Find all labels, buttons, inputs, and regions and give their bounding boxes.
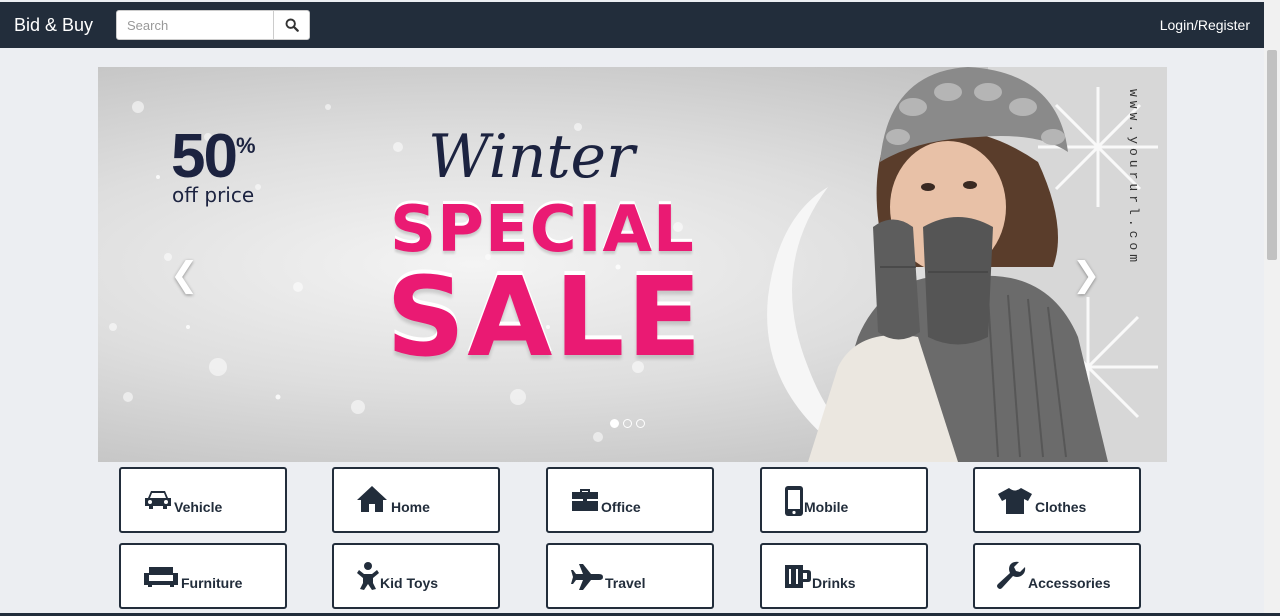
scrollbar-thumb[interactable] bbox=[1267, 50, 1277, 260]
category-label: Mobile bbox=[804, 499, 849, 515]
category-label: Home bbox=[391, 499, 430, 515]
headline-winter: Winter bbox=[428, 122, 635, 192]
chevron-left-icon: ❮ bbox=[170, 255, 199, 295]
car-icon bbox=[145, 491, 171, 509]
page-scrollbar[interactable] bbox=[1264, 0, 1280, 616]
category-label: Drinks bbox=[812, 575, 856, 591]
category-drinks[interactable]: Drinks bbox=[760, 543, 928, 609]
top-navbar: Bid & Buy Login/Register bbox=[0, 2, 1264, 48]
search-input[interactable] bbox=[117, 11, 275, 39]
category-clothes[interactable]: Clothes bbox=[973, 467, 1141, 533]
discount-percent-sign: % bbox=[235, 133, 256, 158]
category-label: Travel bbox=[605, 575, 646, 591]
category-label: Office bbox=[601, 499, 641, 515]
discount-number: 50 bbox=[171, 122, 238, 191]
category-furniture[interactable]: Furniture bbox=[119, 543, 287, 609]
category-label: Accessories bbox=[1028, 575, 1111, 591]
login-register-link[interactable]: Login/Register bbox=[1160, 17, 1250, 33]
category-kid-toys[interactable]: Kid Toys bbox=[332, 543, 500, 609]
search-icon bbox=[285, 18, 299, 32]
category-mobile[interactable]: Mobile bbox=[760, 467, 928, 533]
category-office[interactable]: Office bbox=[546, 467, 714, 533]
brand-logo[interactable]: Bid & Buy bbox=[14, 15, 93, 36]
search-button[interactable] bbox=[273, 11, 309, 39]
category-label: Clothes bbox=[1035, 499, 1087, 515]
carousel-prev-button[interactable]: ❮ bbox=[170, 255, 199, 295]
carousel-next-button[interactable]: ❯ bbox=[1072, 255, 1101, 295]
category-vehicle[interactable]: Vehicle bbox=[119, 467, 287, 533]
search-box bbox=[116, 10, 310, 40]
carousel-indicators bbox=[610, 419, 645, 428]
discount-badge: 50% bbox=[171, 121, 256, 192]
promo-carousel: 50% off price Winter SPECIAL SALE www.yo… bbox=[98, 67, 1167, 462]
category-label: Furniture bbox=[181, 575, 243, 591]
house-icon bbox=[357, 486, 387, 512]
category-travel[interactable]: Travel bbox=[546, 543, 714, 609]
mug-icon bbox=[785, 565, 811, 588]
sofa-icon bbox=[144, 567, 178, 587]
website-url-text: www.yoururl.com bbox=[1126, 89, 1141, 267]
carousel-dot-2[interactable] bbox=[623, 419, 632, 428]
chevron-right-icon: ❯ bbox=[1072, 255, 1101, 295]
wrench-icon bbox=[997, 561, 1026, 589]
category-label: Kid Toys bbox=[380, 575, 439, 591]
category-accessories[interactable]: Accessories bbox=[973, 543, 1141, 609]
headline-sale: SALE bbox=[386, 253, 704, 381]
carousel-dot-3[interactable] bbox=[636, 419, 645, 428]
category-label: Vehicle bbox=[174, 499, 223, 515]
briefcase-icon bbox=[572, 489, 598, 511]
tshirt-icon bbox=[998, 488, 1032, 514]
child-icon bbox=[357, 562, 379, 590]
category-home[interactable]: Home bbox=[332, 467, 500, 533]
discount-caption: off price bbox=[172, 183, 255, 207]
airplane-icon bbox=[571, 564, 603, 590]
carousel-dot-1[interactable] bbox=[610, 419, 619, 428]
mobile-phone-icon bbox=[785, 486, 803, 516]
